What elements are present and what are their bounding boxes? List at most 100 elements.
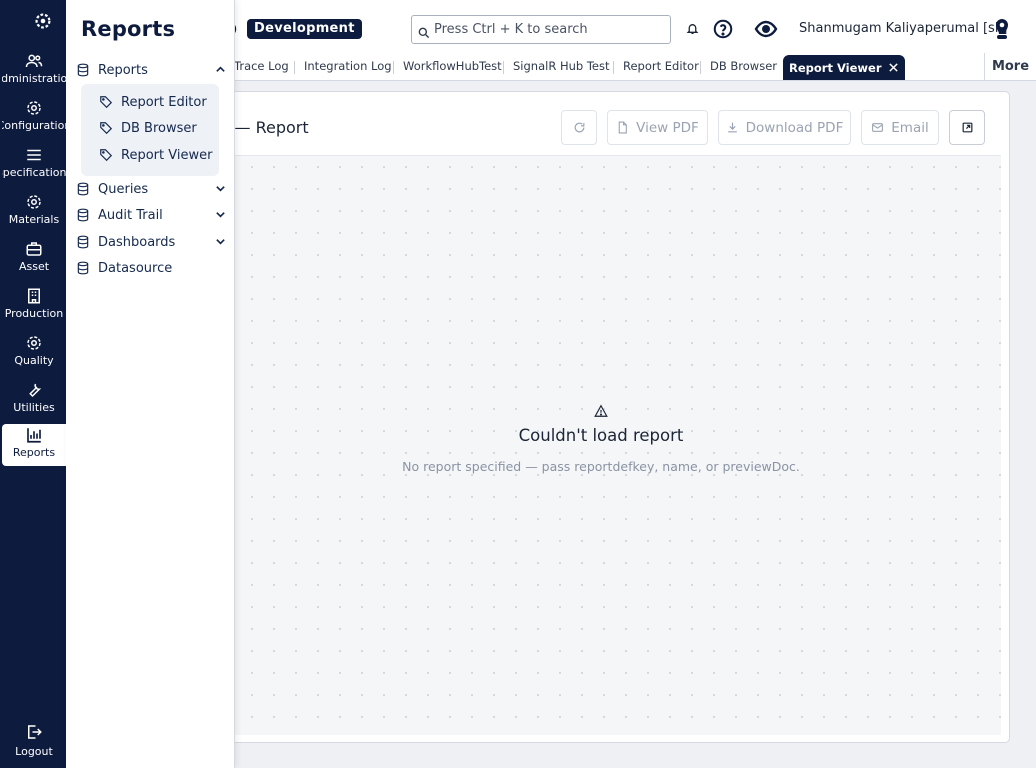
tab-report-editor[interactable]: Report Editor xyxy=(623,53,699,80)
logout-icon xyxy=(28,725,42,739)
tab-signalr-hub-test[interactable]: SignalR Hub Test xyxy=(513,53,610,80)
error-state: Couldn't load report No report specified… xyxy=(247,404,955,474)
rail-label: Production xyxy=(4,307,64,320)
rail-label: Specifications xyxy=(2,166,66,179)
download-pdf-button[interactable]: Download PDF xyxy=(718,110,851,145)
open-external-button[interactable] xyxy=(949,110,985,145)
rail-item-configuration[interactable]: Configuration xyxy=(2,97,66,139)
rail-item-materials[interactable]: Materials xyxy=(2,191,66,233)
chevron-down-icon xyxy=(216,186,225,192)
rail-label: Asset xyxy=(18,260,50,273)
tab-report-viewer[interactable]: Report Viewer xyxy=(783,55,905,80)
menu-section-label: Datasource xyxy=(98,260,173,276)
database-icon xyxy=(77,182,89,196)
email-button[interactable]: Email xyxy=(861,110,939,145)
app-logo-icon[interactable] xyxy=(32,10,54,32)
rail-item-asset[interactable]: Asset xyxy=(2,238,66,280)
tab-label: Report Viewer xyxy=(789,60,882,75)
briefcase-icon xyxy=(26,242,42,256)
user-name[interactable]: Shanmugam Kaliyaperumal [sk] xyxy=(799,21,1007,36)
gear-icon xyxy=(27,195,41,209)
menu-section-datasource[interactable]: Datasource xyxy=(76,257,228,279)
bar-chart-icon xyxy=(27,428,41,443)
chevron-down-icon xyxy=(216,212,225,218)
submenu-item-report-viewer[interactable]: Report Viewer xyxy=(99,145,212,165)
rail-label: Reports xyxy=(12,446,56,459)
environment-badge: Development xyxy=(247,19,362,39)
email-label: Email xyxy=(891,119,929,136)
download-icon xyxy=(727,122,737,133)
tab-separator xyxy=(294,61,295,74)
rail-label: Configuration xyxy=(2,119,66,132)
submenu-item-db-browser[interactable]: DB Browser xyxy=(99,118,197,138)
submenu-label: Report Viewer xyxy=(121,147,213,163)
download-pdf-label: Download PDF xyxy=(745,119,844,136)
tab-integration-log[interactable]: Integration Log xyxy=(304,53,392,80)
submenu-label: DB Browser xyxy=(121,120,197,136)
database-icon xyxy=(77,208,89,222)
menu-section-queries[interactable]: Queries xyxy=(76,178,228,200)
menu-section-label: Queries xyxy=(98,181,149,197)
refresh-icon xyxy=(574,122,584,133)
submenu-item-report-editor[interactable]: Report Editor xyxy=(99,92,207,112)
more-tabs-button[interactable]: More xyxy=(984,53,1036,80)
menu-section-audit-trail[interactable]: Audit Trail xyxy=(76,204,228,226)
gear-icon xyxy=(27,336,41,350)
tab-separator xyxy=(503,61,504,74)
tab-separator xyxy=(613,61,614,74)
menu-section-dashboards[interactable]: Dashboards xyxy=(76,231,228,253)
eye-icon[interactable] xyxy=(754,17,778,41)
left-rail: Administration Configuration Specificati… xyxy=(0,0,66,768)
flyout-title: Reports xyxy=(81,17,176,41)
search-input[interactable] xyxy=(434,22,664,37)
tag-icon xyxy=(100,149,113,162)
help-icon[interactable] xyxy=(712,18,734,40)
reports-flyout-menu: Reports Reports Report Editor DB Browser… xyxy=(66,0,235,768)
tab-trace-log[interactable]: Trace Log xyxy=(234,53,289,80)
report-canvas: Couldn't load report No report specified… xyxy=(197,155,1001,735)
mail-icon xyxy=(872,123,884,132)
user-avatar-icon[interactable] xyxy=(992,18,1012,40)
bell-icon[interactable] xyxy=(686,22,699,35)
users-icon xyxy=(25,54,43,68)
more-label: More xyxy=(991,59,1030,74)
database-icon xyxy=(77,63,89,77)
submenu-label: Report Editor xyxy=(121,94,207,110)
rail-item-quality[interactable]: Quality xyxy=(2,332,66,374)
global-search[interactable] xyxy=(411,15,671,44)
building-icon xyxy=(28,288,40,304)
tag-icon xyxy=(100,96,113,109)
rail-item-production[interactable]: Production xyxy=(2,285,66,327)
logout-button[interactable]: Logout xyxy=(2,723,66,763)
gear-icon xyxy=(27,101,41,115)
chevron-up-icon xyxy=(216,66,225,72)
view-pdf-button[interactable]: View PDF xyxy=(607,110,708,145)
tab-separator xyxy=(393,61,394,74)
reports-submenu: Report Editor DB Browser Report Viewer xyxy=(81,84,219,176)
menu-section-label: Reports xyxy=(98,62,148,78)
rail-item-administration[interactable]: Administration xyxy=(2,50,66,92)
rail-item-specifications[interactable]: Specifications xyxy=(2,144,66,186)
refresh-button[interactable] xyxy=(561,110,597,145)
rail-item-utilities[interactable]: Utilities xyxy=(2,379,66,421)
database-icon xyxy=(77,235,89,249)
error-title: Couldn't load report xyxy=(518,426,684,445)
rail-label: Materials xyxy=(8,213,60,226)
tab-workflowhubtest[interactable]: WorkflowHubTest xyxy=(403,53,502,80)
database-icon xyxy=(77,261,89,275)
rail-label: Administration xyxy=(2,72,66,85)
report-viewer-panel: er — Report View PDF Download PDF Email … xyxy=(196,91,1010,743)
menu-section-label: Audit Trail xyxy=(98,207,163,223)
menu-section-reports[interactable]: Reports xyxy=(76,59,228,81)
search-icon xyxy=(418,27,430,38)
tab-db-browser[interactable]: DB Browser xyxy=(710,53,777,80)
rail-label: Quality xyxy=(14,354,54,367)
close-icon[interactable] xyxy=(888,62,899,73)
tag-icon xyxy=(100,122,113,135)
tab-separator xyxy=(700,61,701,74)
warning-icon xyxy=(594,404,608,417)
rail-item-reports[interactable]: Reports xyxy=(2,424,66,466)
rail-label: Utilities xyxy=(13,401,55,414)
logout-label: Logout xyxy=(15,745,53,758)
chevron-down-icon xyxy=(216,239,225,245)
